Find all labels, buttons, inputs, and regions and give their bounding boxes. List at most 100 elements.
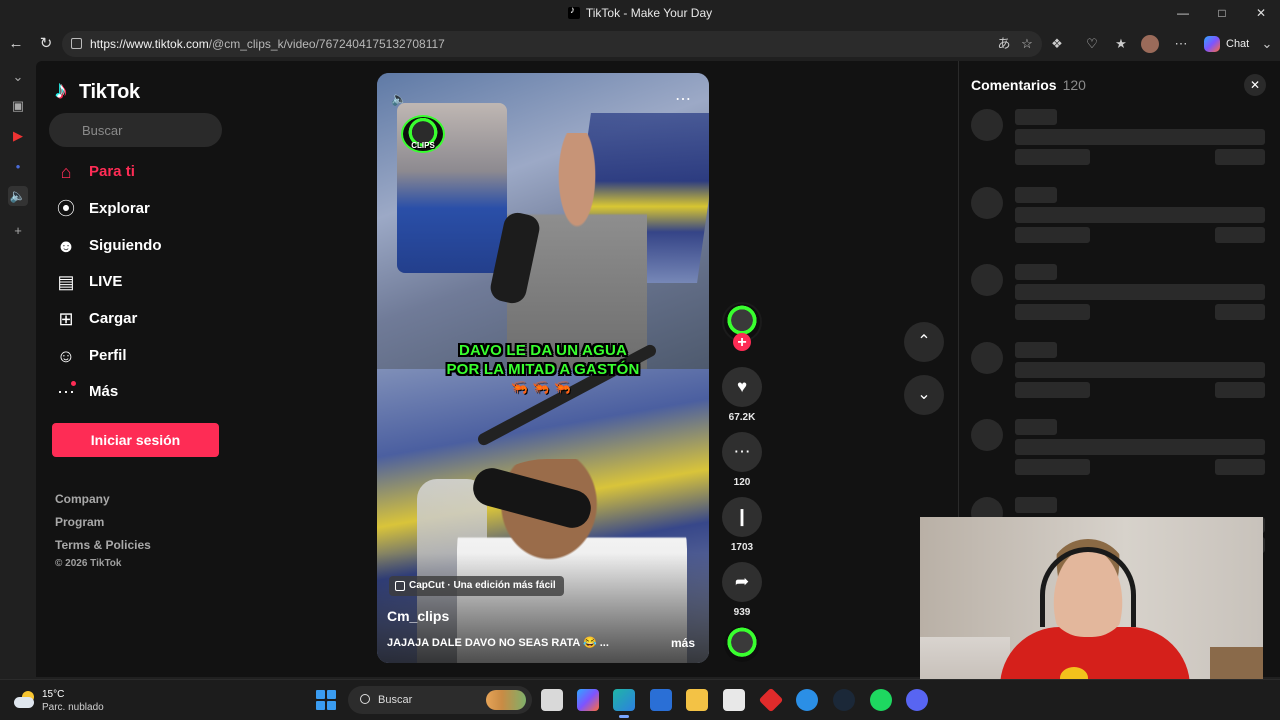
- extensions-icon[interactable]: ❖: [1048, 35, 1066, 53]
- like-count: 67.2K: [728, 412, 756, 423]
- comment-button[interactable]: ⋯: [722, 432, 762, 472]
- skeleton-bar: [1215, 304, 1265, 320]
- chat-label: Chat: [1226, 38, 1250, 50]
- spotify-icon[interactable]: [870, 689, 892, 711]
- comment-count: 120: [733, 477, 751, 488]
- nav-siguiendo[interactable]: ☻ Siguiendo: [53, 233, 223, 261]
- file-explorer-icon[interactable]: [686, 689, 708, 711]
- url-text[interactable]: https://www.tiktok.com/@cm_clips_k/video…: [90, 37, 445, 51]
- nav-label: Cargar: [89, 310, 138, 327]
- edge-side-rail: ⌄ ▣ ▶ • 🔈 +: [0, 61, 36, 679]
- help-icon[interactable]: [796, 689, 818, 711]
- profile-icon[interactable]: [1141, 35, 1159, 53]
- collections-icon[interactable]: ★: [1112, 35, 1130, 53]
- caption-line-1: DAVO LE DA UN AGUA: [458, 342, 628, 359]
- app-red-icon[interactable]: [758, 687, 784, 713]
- more-icon[interactable]: ⋯: [1172, 35, 1190, 53]
- nav-mas[interactable]: ⋯ Más: [53, 379, 223, 407]
- browser-essentials-icon[interactable]: ♡: [1083, 35, 1101, 53]
- youtube-tab-icon[interactable]: ▶: [8, 126, 28, 146]
- skeleton-bar: [1015, 497, 1057, 513]
- weather-condition: Parc. nublado: [42, 702, 104, 713]
- follow-button[interactable]: +: [733, 333, 751, 351]
- close-icon: ✕: [1249, 78, 1261, 92]
- save-button[interactable]: ❙: [722, 497, 762, 537]
- copilot-icon[interactable]: [577, 689, 599, 711]
- skeleton-bar: [1015, 109, 1057, 125]
- skeleton-avatar: [971, 264, 1003, 296]
- caption-emojis: 🦐🦐🦐: [510, 379, 576, 395]
- share-button[interactable]: ➦: [722, 562, 762, 602]
- workspaces-icon[interactable]: ▣: [8, 96, 28, 116]
- skeleton-bar: [1015, 187, 1057, 203]
- heart-icon: ♥: [736, 377, 748, 396]
- video-more-icon[interactable]: ⋯: [675, 89, 692, 109]
- discord-icon[interactable]: [906, 689, 928, 711]
- more-description-button[interactable]: más: [671, 636, 695, 650]
- video-caption: DAVO LE DA UN AGUA POR LA MITAD A GASTÓN: [377, 341, 709, 379]
- copyright: © 2026 TikTok: [55, 558, 122, 569]
- audio-tab-icon[interactable]: 🔈: [8, 186, 28, 206]
- close-comments-button[interactable]: ✕: [1244, 74, 1266, 96]
- skeleton-bar: [1015, 264, 1057, 280]
- edge-icon[interactable]: [613, 689, 635, 718]
- weather-icon: [14, 691, 36, 709]
- back-button[interactable]: ←: [6, 34, 26, 54]
- clips-watermark-logo: CLIPS: [401, 115, 445, 153]
- nav-cargar[interactable]: ⊞ Cargar: [53, 306, 223, 334]
- video-author[interactable]: Cm_clips: [387, 608, 449, 624]
- weather-widget[interactable]: 15°C Parc. nublado: [14, 687, 114, 715]
- start-button[interactable]: [316, 690, 336, 710]
- nav-live[interactable]: ▤ LIVE: [53, 269, 223, 297]
- taskbar-search-label: Buscar: [378, 694, 413, 706]
- windows-logo-tile: [316, 690, 325, 699]
- previous-video-button[interactable]: ⌃: [904, 322, 944, 362]
- tab-actions-icon[interactable]: ⌄: [8, 67, 28, 87]
- search-input[interactable]: [49, 113, 222, 147]
- footer-link-terms[interactable]: Terms & Policies: [55, 538, 151, 552]
- nav-label: Para ti: [89, 163, 135, 180]
- maximize-button[interactable]: □: [1207, 4, 1237, 22]
- nav-label: LIVE: [89, 273, 123, 290]
- music-disc-icon[interactable]: [724, 626, 760, 662]
- skeleton-bar: [1015, 304, 1090, 320]
- windows-logo-tile: [327, 701, 336, 710]
- address-bar[interactable]: https://www.tiktok.com/@cm_clips_k/video…: [62, 31, 1042, 57]
- tab-icon[interactable]: •: [8, 157, 28, 177]
- capcut-badge[interactable]: CapCut · Una edición más fácil: [389, 576, 564, 596]
- next-video-button[interactable]: ⌄: [904, 375, 944, 415]
- skeleton-bar: [1015, 342, 1057, 358]
- tiktok-favicon-icon: [567, 5, 580, 19]
- new-tab-icon[interactable]: +: [8, 221, 28, 241]
- footer-link-company[interactable]: Company: [55, 492, 110, 506]
- footer-link-program[interactable]: Program: [55, 515, 104, 529]
- chevron-down-icon[interactable]: ⌄: [1258, 35, 1276, 53]
- copilot-chat-button[interactable]: Chat: [1200, 33, 1255, 55]
- store-icon[interactable]: [723, 689, 745, 711]
- skeleton-bar: [1015, 227, 1090, 243]
- site-info-icon[interactable]: [71, 38, 82, 49]
- task-view-icon[interactable]: [541, 689, 563, 711]
- like-button[interactable]: ♥: [722, 367, 762, 407]
- favorite-icon[interactable]: ☆: [1018, 35, 1036, 53]
- outlook-icon[interactable]: [650, 689, 672, 711]
- volume-icon[interactable]: 🔈: [391, 91, 407, 107]
- taskbar-search[interactable]: Buscar: [348, 686, 532, 714]
- windows-logo-tile: [316, 701, 325, 710]
- nav-perfil[interactable]: ☺ Perfil: [53, 343, 223, 371]
- skeleton-avatar: [971, 187, 1003, 219]
- translate-icon[interactable]: あ: [995, 35, 1013, 53]
- login-button[interactable]: Iniciar sesión: [52, 423, 219, 457]
- skeleton-bar: [1215, 382, 1265, 398]
- skeleton-bar: [1015, 382, 1090, 398]
- chevron-down-icon: ⌄: [917, 386, 931, 403]
- video-player[interactable]: DAVO LE DA UN AGUA POR LA MITAD A GASTÓN…: [377, 73, 709, 663]
- nav-explorar[interactable]: ⦿ Explorar: [53, 196, 223, 224]
- steam-icon[interactable]: [833, 689, 855, 711]
- nav-label: Siguiendo: [89, 237, 162, 254]
- nav-para-ti[interactable]: ⌂ Para ti: [53, 159, 223, 187]
- following-icon: ☻: [56, 236, 76, 256]
- close-window-button[interactable]: ✕: [1246, 4, 1276, 22]
- reload-button[interactable]: ↻: [36, 34, 56, 54]
- minimize-button[interactable]: —: [1168, 4, 1198, 22]
